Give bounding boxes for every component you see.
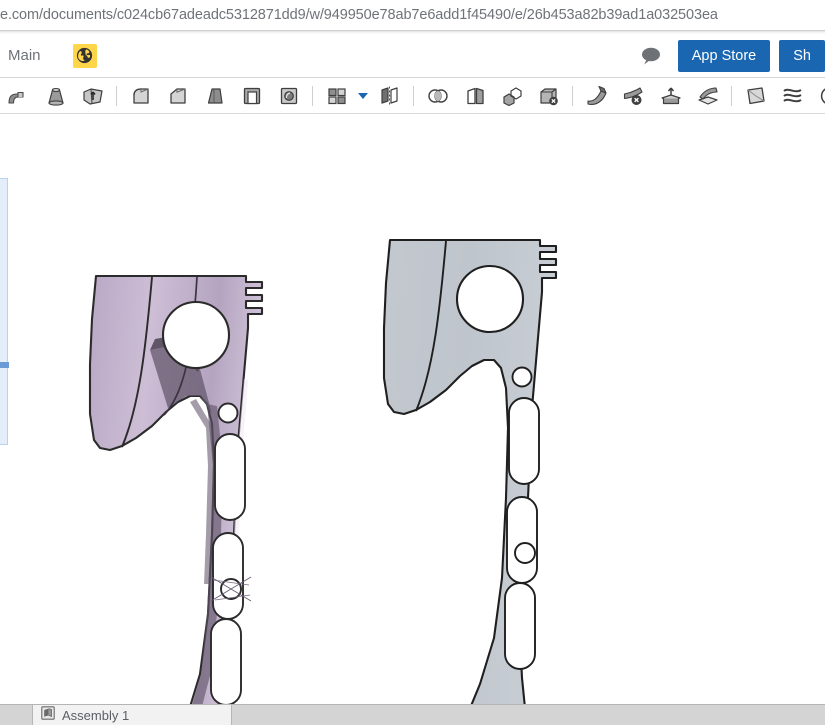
toolbar-separator (572, 85, 573, 106)
toolbar-separator (413, 85, 414, 106)
draft-icon[interactable] (196, 79, 233, 113)
axe-part-gray[interactable] (382, 238, 558, 725)
mirror-icon[interactable] (371, 79, 408, 113)
sweep-icon[interactable] (0, 79, 37, 113)
toolbar-separator (312, 85, 313, 106)
enclose-icon[interactable] (74, 79, 111, 113)
tab-assembly-1[interactable]: Assembly 1 (32, 705, 232, 725)
share-button[interactable]: Sh (779, 39, 825, 72)
linear-pattern-icon[interactable] (318, 79, 355, 113)
url-text[interactable]: e.com/documents/c024cb67adeadc5312871dd9… (0, 7, 718, 23)
tab-label: Assembly 1 (62, 707, 130, 723)
sketch-arc-icon[interactable] (811, 79, 825, 113)
loft-icon[interactable] (37, 79, 74, 113)
app-store-button[interactable]: App Store (677, 39, 771, 72)
feature-toolbar: (x) (0, 78, 825, 114)
axe-part-purple[interactable] (88, 274, 264, 725)
chamfer-icon[interactable] (159, 79, 196, 113)
transform-icon[interactable] (493, 79, 530, 113)
plane-icon[interactable] (737, 79, 774, 113)
header-actions: App Store Sh (638, 39, 825, 72)
shell-icon[interactable] (233, 79, 270, 113)
part-studio-icon (41, 705, 55, 725)
fillet-icon[interactable] (122, 79, 159, 113)
pattern-dropdown-caret-icon[interactable] (355, 79, 371, 113)
globe-icon[interactable] (72, 43, 97, 68)
curve-icon[interactable] (774, 79, 811, 113)
sheet-metal-delete-icon[interactable] (615, 79, 652, 113)
sheet-metal-unbend-icon[interactable] (689, 79, 726, 113)
cad-model-svg[interactable] (0, 114, 825, 725)
tab-bar-left-spacer (0, 705, 32, 725)
comment-icon[interactable] (638, 43, 664, 69)
split-icon[interactable] (456, 79, 493, 113)
hole-icon[interactable] (270, 79, 307, 113)
document-header: Main App Store Sh (0, 34, 825, 78)
delete-part-icon[interactable] (530, 79, 567, 113)
sheet-metal-bend-up-icon[interactable] (652, 79, 689, 113)
toolbar-separator (731, 85, 732, 106)
graphics-viewport[interactable] (0, 114, 825, 725)
tab-bar: Assembly 1 (0, 704, 825, 725)
toolbar-separator (116, 85, 117, 106)
sheet-metal-flange-icon[interactable] (578, 79, 615, 113)
workspace-label[interactable]: Main (8, 47, 41, 64)
onshape-window: e.com/documents/c024cb67adeadc5312871dd9… (0, 0, 825, 725)
browser-url-bar[interactable]: e.com/documents/c024cb67adeadc5312871dd9… (0, 0, 825, 31)
boolean-icon[interactable] (419, 79, 456, 113)
